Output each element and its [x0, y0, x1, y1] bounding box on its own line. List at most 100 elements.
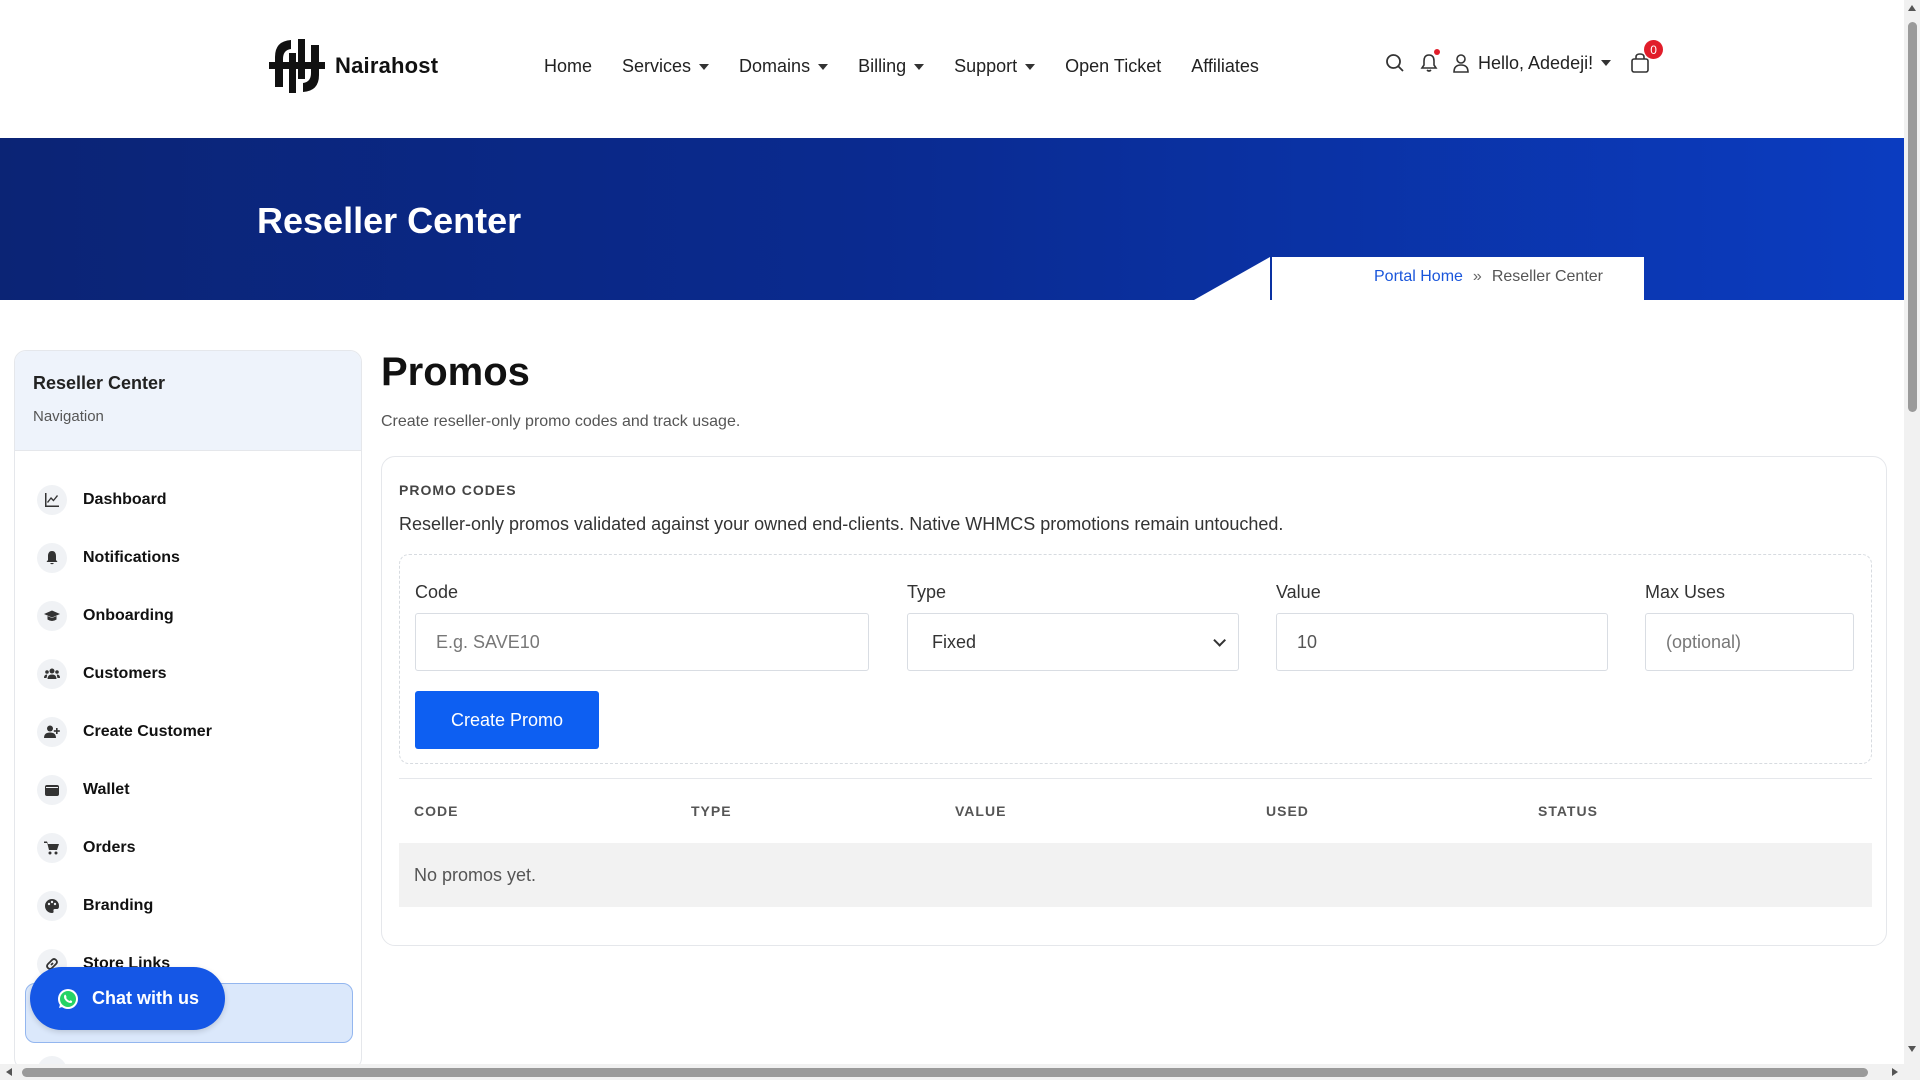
breadcrumb: Portal Home » Reseller Center	[1374, 268, 1603, 286]
banner-title: Reseller Center	[257, 200, 522, 241]
nav-billing[interactable]: Billing	[858, 56, 925, 77]
nav-services[interactable]: Services	[622, 56, 710, 77]
type-selected-value: Fixed	[932, 631, 977, 652]
column-header-status: STATUS	[1538, 803, 1598, 819]
vertical-scrollbar[interactable]	[1904, 0, 1920, 1080]
sidebar-item-label: Create Customer	[83, 723, 212, 740]
sidebar-item-customers[interactable]: Customers	[37, 645, 339, 703]
page-subtitle: Create reseller-only promo codes and tra…	[381, 413, 741, 430]
scroll-right-arrow-icon[interactable]	[1892, 1068, 1898, 1076]
promo-form: Code Type Fixed Value Max Uses Create Pr…	[399, 554, 1872, 764]
caret-down-icon	[699, 63, 710, 70]
table-row: No promos yet.	[399, 843, 1872, 907]
page-title: Promos	[381, 350, 530, 394]
breadcrumb-separator: »	[1472, 268, 1482, 285]
scroll-down-arrow-icon[interactable]	[1908, 1046, 1916, 1052]
horizontal-scroll-thumb[interactable]	[22, 1068, 1868, 1077]
nav-support[interactable]: Support	[954, 56, 1036, 77]
code-input[interactable]	[415, 613, 869, 671]
cart-count-badge: 0	[1644, 40, 1664, 59]
sidebar-item-orders[interactable]: Orders	[37, 819, 339, 877]
sidebar-title: Reseller Center	[33, 373, 166, 393]
nav-affiliates[interactable]: Affiliates	[1191, 56, 1259, 77]
chevron-down-icon	[1213, 633, 1226, 647]
nav-billing-label: Billing	[858, 56, 907, 76]
column-header-used: USED	[1266, 803, 1309, 819]
sidebar-subtitle: Navigation	[33, 408, 104, 425]
notification-dot	[1434, 49, 1440, 55]
user-icon	[1453, 54, 1469, 73]
caret-down-icon	[1025, 63, 1036, 70]
type-select[interactable]: Fixed	[907, 613, 1239, 671]
caret-down-icon	[818, 63, 829, 70]
nav-open-ticket-label: Open Ticket	[1065, 56, 1162, 76]
nav-services-label: Services	[622, 56, 692, 76]
sidebar-item-label: Customers	[83, 665, 167, 682]
type-label: Type	[907, 582, 947, 602]
nav-affiliates-label: Affiliates	[1191, 56, 1259, 76]
value-label: Value	[1276, 582, 1321, 602]
code-label: Code	[415, 582, 459, 602]
breadcrumb-current: Reseller Center	[1491, 268, 1603, 285]
sidebar-item-branding[interactable]: Branding	[37, 877, 339, 935]
promo-codes-card: PROMO CODES Reseller-only promos validat…	[381, 456, 1887, 946]
sidebar-item-dashboard[interactable]: Dashboard	[37, 471, 339, 529]
sidebar-item-label: Notifications	[83, 549, 180, 566]
search-icon[interactable]	[1384, 52, 1406, 74]
breadcrumb-tab-edge	[1194, 257, 1270, 300]
max-uses-label: Max Uses	[1645, 582, 1726, 602]
chat-label: Chat with us	[92, 988, 199, 1008]
nav-domains-label: Domains	[739, 56, 811, 76]
create-promo-button[interactable]: Create Promo	[415, 691, 599, 749]
sidebar-item-notifications[interactable]: Notifications	[37, 529, 339, 587]
graduation-cap-icon	[37, 601, 67, 631]
whatsapp-chat-button[interactable]: Chat with us	[30, 967, 225, 1030]
caret-down-icon	[1601, 60, 1612, 66]
sidebar-header: Reseller Center Navigation	[15, 351, 361, 451]
user-plus-icon	[37, 717, 67, 747]
scroll-up-arrow-icon[interactable]	[1908, 5, 1916, 11]
column-header-type: TYPE	[691, 803, 732, 819]
nav-open-ticket[interactable]: Open Ticket	[1065, 56, 1161, 77]
sidebar-item-wallet[interactable]: Wallet	[37, 761, 339, 819]
nav-home-label: Home	[544, 56, 593, 76]
caret-down-icon	[914, 63, 925, 70]
users-icon	[37, 659, 67, 689]
breadcrumb-portal-home[interactable]: Portal Home	[1374, 268, 1463, 286]
sidebar-item-label: Orders	[83, 839, 136, 856]
header-actions: Hello, Adedeji! 0	[1384, 40, 1664, 74]
cart-icon[interactable]: 0	[1629, 40, 1664, 74]
user-greeting: Hello, Adedeji!	[1478, 52, 1594, 73]
sidebar: Reseller Center Navigation Dashboard Not…	[14, 350, 362, 1070]
nav-home[interactable]: Home	[544, 56, 592, 77]
scroll-left-arrow-icon[interactable]	[6, 1068, 12, 1076]
palette-icon	[37, 891, 67, 921]
sidebar-item-onboarding[interactable]: Onboarding	[37, 587, 339, 645]
nav-support-label: Support	[954, 56, 1018, 76]
nav-domains[interactable]: Domains	[739, 56, 829, 77]
column-header-code: CODE	[414, 803, 459, 819]
sidebar-item-label: Dashboard	[83, 491, 167, 508]
empty-table-message: No promos yet.	[414, 865, 537, 885]
user-menu[interactable]: Hello, Adedeji!	[1452, 52, 1612, 74]
sidebar-nav: Dashboard Notifications Onboarding Custo…	[15, 451, 361, 993]
sidebar-item-label: Onboarding	[83, 607, 174, 624]
cart-icon	[37, 833, 67, 863]
sidebar-item-label: Branding	[83, 897, 154, 914]
card-description: Reseller-only promos validated against y…	[399, 514, 1284, 534]
column-header-value: VALUE	[955, 803, 1007, 819]
main-nav: Home Services Domains Billing Support Op…	[544, 56, 1259, 77]
table-divider	[399, 778, 1872, 779]
nairahost-logo-icon	[269, 39, 325, 93]
site-header: Nairahost Home Services Domains Billing …	[0, 0, 1904, 138]
brand-logo[interactable]: Nairahost	[265, 35, 438, 97]
card-caption: PROMO CODES	[399, 482, 517, 498]
wallet-icon	[37, 775, 67, 805]
vertical-scroll-thumb[interactable]	[1908, 22, 1917, 412]
max-uses-input[interactable]	[1645, 613, 1854, 671]
horizontal-scrollbar[interactable]	[0, 1064, 1904, 1080]
chart-line-icon	[37, 485, 67, 515]
sidebar-item-create-customer[interactable]: Create Customer	[37, 703, 339, 761]
bell-icon[interactable]	[1418, 49, 1440, 74]
value-input[interactable]	[1276, 613, 1608, 671]
